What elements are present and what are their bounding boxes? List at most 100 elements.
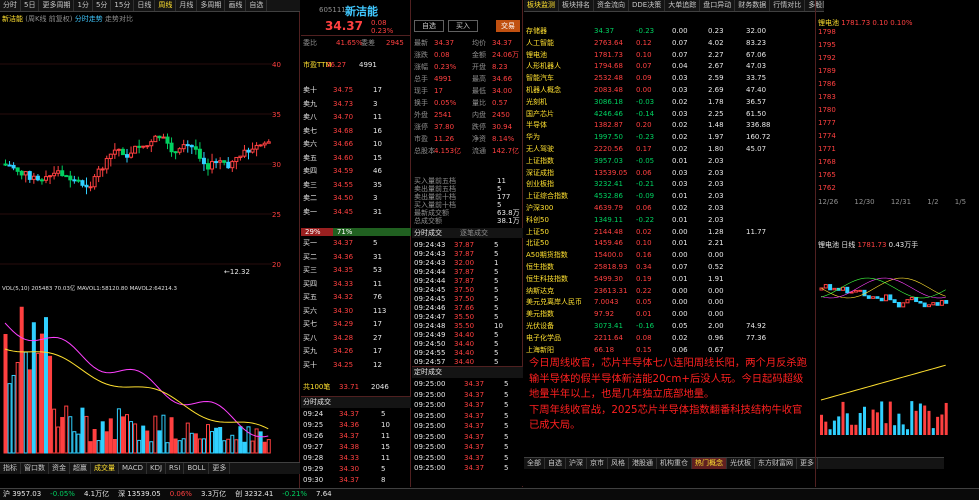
board-tab[interactable]: 财务数据 <box>735 0 771 11</box>
board-turnover: 0.07 <box>672 50 688 59</box>
timed-price: 34.37 <box>464 390 485 399</box>
subtick-time: 09:25 <box>303 421 324 429</box>
board-tab[interactable]: 资金流向 <box>594 0 629 11</box>
bid-price: 34.32 <box>333 293 354 301</box>
board-amp: 0.23 <box>708 27 724 35</box>
tab-ind-1[interactable]: 窗口数 <box>21 463 49 474</box>
tab-day[interactable]: 日线 <box>134 0 156 11</box>
row: 机器人概念 2083.48 0.00 0.03 2.69 47.40 <box>524 85 814 96</box>
board-tab[interactable]: 板块监测 <box>524 0 559 11</box>
status-item: -0.21% <box>282 490 308 498</box>
tab-ind-2[interactable]: 资金 <box>49 463 70 474</box>
board-bottom-tab[interactable]: 沪深 <box>566 458 587 469</box>
row: 创业板指 3232.41 -0.21 0.03 2.03 <box>524 179 814 190</box>
board-bottom-tab[interactable]: 热门概念 <box>692 458 727 469</box>
mini-volume-bar <box>832 420 836 435</box>
board-tab[interactable]: DDE决策 <box>629 0 666 11</box>
row: 上证指数 3957.03 -0.05 0.01 2.03 <box>524 156 814 167</box>
mini-candle <box>888 294 893 301</box>
mini-candle <box>922 302 927 308</box>
tab-ind-5[interactable]: MACD <box>119 463 147 474</box>
board-bottom-tab[interactable]: 全部 <box>524 458 545 469</box>
tab-1min[interactable]: 1分 <box>74 0 93 11</box>
time-label: 12/26 <box>818 198 839 206</box>
volume-bar <box>68 416 73 454</box>
timed-price: 34.37 <box>464 422 485 430</box>
tab-5min[interactable]: 5分 <box>93 0 112 11</box>
tab-multi[interactable]: 多周期 <box>197 0 226 11</box>
row: 换手 0.05% 量比 0.57 <box>412 98 523 109</box>
tab-week[interactable]: 周线 <box>155 0 177 11</box>
row: 09:25:00 34.37 5 <box>412 390 523 401</box>
row: 国产芯片 4246.46 -0.14 0.03 2.25 61.50 <box>524 109 814 120</box>
board-price: 2083.48 <box>594 86 623 94</box>
tab-ind-3[interactable]: 超赢 <box>70 463 91 474</box>
tab-draw[interactable]: 画线 <box>225 0 247 11</box>
mini-candle <box>884 294 888 302</box>
tab-tick-detail[interactable]: 逐笔成交 <box>460 228 488 238</box>
board-turnover: 0.02 <box>672 121 688 130</box>
board-bottom-tab[interactable]: 光伏板 <box>727 458 755 469</box>
row: 人工智能 2763.64 0.12 0.07 4.02 83.23 <box>524 38 814 49</box>
tab-fenshi[interactable]: 分时 <box>0 0 21 11</box>
detail-val: 24.06万 <box>492 51 520 59</box>
buy-button[interactable]: 买入 <box>448 20 478 32</box>
mini-kline-chart[interactable] <box>816 250 951 455</box>
indicator-label: VOL(5,10) 205483 70.03亿 MAVOL1:58120.80 … <box>2 286 177 292</box>
timed-time: 09:25:00 <box>414 390 446 399</box>
tab-ind-6[interactable]: KDJ <box>147 463 167 474</box>
stat-key: 委比 <box>303 39 317 47</box>
board-price: 1794.68 <box>594 62 623 71</box>
mini-volume-bar <box>871 409 875 435</box>
volume-chart[interactable] <box>0 293 275 458</box>
board-bottom-tab[interactable]: 京市 <box>587 458 608 469</box>
board-tab[interactable]: 盘口异动 <box>700 0 736 11</box>
board-tab[interactable]: 大单追踪 <box>665 0 701 11</box>
volume-bar <box>234 439 239 454</box>
row: 总成交额 38.1万 <box>412 216 523 227</box>
volume-bar <box>141 425 146 454</box>
timed-price: 34.37 <box>464 464 485 472</box>
board-price: 4532.86 <box>594 192 623 201</box>
trade-button[interactable]: 交易 <box>496 20 520 32</box>
bid-price: 34.26 <box>333 347 354 355</box>
subtick-vol: 10 <box>381 421 390 429</box>
volume-bar <box>193 433 198 454</box>
tab-ind-0[interactable]: 指标 <box>0 463 21 474</box>
candle <box>80 180 85 186</box>
timed-vol: 5 <box>504 380 509 388</box>
tab-month[interactable]: 月线 <box>176 0 198 11</box>
board-bottom-tab[interactable]: 风格 <box>608 458 629 469</box>
board-bottom-tab[interactable]: 东方财富网 <box>755 458 797 469</box>
board-bottom-tab[interactable]: 机构重仓 <box>657 458 692 469</box>
tab-tick-minute[interactable]: 分时成交 <box>414 228 442 238</box>
candle <box>35 175 40 181</box>
tab-compare[interactable]: 走势对比 <box>105 15 133 23</box>
tab-ind-9[interactable]: 更多 <box>209 463 231 474</box>
board-turnover: 0.03 <box>672 168 688 177</box>
board-list: 存储器 34.37 -0.23 0.00 0.23 32.00 人工智能 2763.64 0.1… <box>524 26 814 356</box>
kline-chart[interactable] <box>0 24 275 282</box>
row: 美元兑离岸人民币 7.0043 0.05 0.00 0.00 <box>524 297 814 308</box>
tab-ind-8[interactable]: BOLL <box>184 463 210 474</box>
tab-more-period[interactable]: 更多周期 <box>39 0 75 11</box>
board-bottom-tab[interactable]: 港股通 <box>629 458 657 469</box>
tab-fenshi-zoushi[interactable]: 分时走势 <box>75 15 103 23</box>
detail-key: 内盘 <box>472 111 486 119</box>
self-button[interactable]: 自选 <box>414 20 444 32</box>
row: 锂电池 1781.73 0.10 0.07 2.27 67.06 <box>524 50 814 61</box>
mini-value: 1781.73 <box>857 241 887 249</box>
tab-5day[interactable]: 5日 <box>21 0 40 11</box>
volume-bar <box>84 415 89 454</box>
board-tab[interactable]: 板块排名 <box>559 0 594 11</box>
mini-volume-bar <box>914 410 918 435</box>
change-value: 0.08 <box>371 19 387 27</box>
tab-ind-4[interactable]: 成交量 <box>91 463 119 474</box>
tab-self[interactable]: 自选 <box>246 0 268 11</box>
board-tab[interactable]: 行情对比 <box>770 0 806 11</box>
tab-ind-7[interactable]: RSI <box>166 463 185 474</box>
tab-15min[interactable]: 15分 <box>111 0 135 11</box>
board-bottom-tab[interactable]: 自选 <box>545 458 566 469</box>
mini-volume-bar <box>936 416 940 435</box>
candle <box>258 144 263 147</box>
